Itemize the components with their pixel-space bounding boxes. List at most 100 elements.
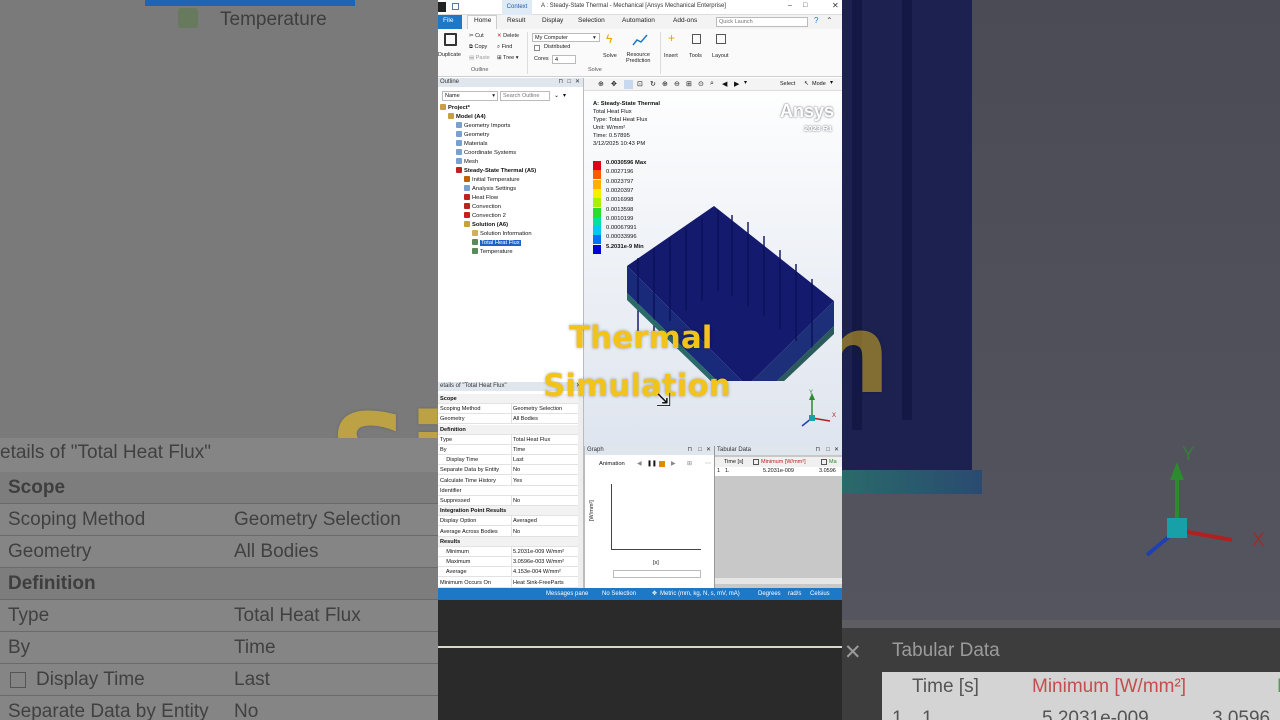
close-icon[interactable]: ✕ [832,1,839,10]
chevron-down-icon[interactable]: ▾ [744,79,747,86]
iso-view-icon[interactable] [624,80,633,89]
context-tab[interactable]: Context [502,0,532,15]
tab-display[interactable]: Display [542,17,563,24]
zoom-out-icon[interactable]: ⊖ [674,80,680,88]
tabular-scrollbar[interactable] [715,578,842,584]
copy-button[interactable]: ⧉ Copy [469,44,487,51]
tree-item[interactable]: Temperature [472,248,513,256]
distributed-checkbox[interactable] [534,45,540,51]
solve-button[interactable]: Solve [603,53,617,59]
maximize-icon[interactable]: □ [826,446,830,455]
tree-item[interactable]: Solution (A6) [464,221,508,229]
export-icon[interactable]: ⊞ [687,458,692,470]
find-button[interactable]: ⌕ Find [497,44,512,51]
graph-slider[interactable] [613,570,701,578]
tree-item[interactable]: Convection 2 [464,212,506,220]
tree-button[interactable]: ⊞ Tree ▾ [497,55,518,61]
tree-item[interactable]: Convection [464,203,501,211]
details-row[interactable]: Minimum 5.2031e-009 W/mm² [438,547,578,557]
minimize-icon[interactable]: – [788,2,792,9]
cursor-mode-icon[interactable]: ↖ [804,80,809,87]
search-outline-input[interactable] [500,91,550,101]
tree-item[interactable]: Geometry Imports [456,122,510,130]
details-row[interactable]: Identifier [438,486,578,496]
fit-icon[interactable]: ⊡ [637,80,643,88]
rotate-icon[interactable]: ↻ [650,80,656,88]
next-view-icon[interactable]: ▶ [734,80,739,88]
pin-icon[interactable]: ⊓ [687,446,692,455]
quick-launch-input[interactable] [716,17,808,27]
min-column-checkbox[interactable] [753,459,759,465]
tree-item[interactable]: Project* [440,104,470,112]
ribbon-collapse-icon[interactable]: ⌃ [826,16,833,25]
zoom-box-icon[interactable]: ⊞ [686,80,692,88]
tab-file[interactable]: File [443,17,453,24]
maximize-icon[interactable]: □ [803,2,807,9]
cores-input[interactable]: 4 [552,55,576,64]
name-filter-select[interactable]: Name ▾ [442,91,498,101]
layout-button[interactable]: Layout [712,53,729,59]
chevron-down-icon[interactable]: ▾ [830,79,833,86]
zoom-fit-icon[interactable]: ⊙ [698,80,704,88]
maximize-icon[interactable]: □ [698,446,702,455]
magnifier-icon[interactable]: ⌕ [710,80,714,88]
units-status[interactable]: Metric (mm, kg, N, s, mV, mA) [660,588,740,600]
rate-unit-status[interactable]: rad/s [788,588,801,600]
table-row[interactable]: 1 1. 5.2031e-009 3.0596 [715,467,842,476]
tree-item[interactable]: Model (A4) [448,113,486,121]
max-column-checkbox[interactable] [821,459,827,465]
insert-button[interactable]: Insert [664,53,678,59]
details-row[interactable]: Average 4.153e-004 W/mm² [438,567,578,578]
tab-result[interactable]: Result [507,17,525,24]
tree-item[interactable]: Coordinate Systems [456,149,516,157]
select-button[interactable]: Select [780,81,795,87]
details-row[interactable]: Calculate Time History Yes [438,475,578,486]
cut-button[interactable]: ✂ Cut [469,33,484,39]
details-row[interactable]: Average Across Bodies No [438,526,578,537]
details-row[interactable]: By Time [438,445,578,455]
details-row[interactable]: Display Time Last [438,455,578,466]
delete-button[interactable]: ✕ Delete [497,33,519,39]
step-forward-icon[interactable]: ▶ [671,458,675,470]
max-column-header[interactable]: Ma [829,457,837,467]
close-icon[interactable]: ✕ [575,78,580,87]
details-row[interactable]: Type Total Heat Flux [438,434,578,445]
temperature-unit-status[interactable]: Celsius [810,588,830,600]
step-back-icon[interactable]: ◀ [637,458,641,470]
tree-item[interactable]: Geometry [456,131,489,139]
tree-item[interactable]: Mesh [456,158,478,166]
details-row[interactable]: Separate Data by Entity No [438,465,578,476]
stop-icon[interactable] [659,461,665,467]
tree-item[interactable]: Heat Flow [464,194,498,202]
duplicate-button[interactable]: Duplicate [438,52,461,58]
time-column-header[interactable]: Time [s] [724,457,743,467]
details-row[interactable]: Scoping Method Geometry Selection [438,404,578,415]
messages-pane-status[interactable]: Messages pane [546,588,588,600]
tree-item[interactable]: Total Heat Flux [472,239,521,247]
details-row[interactable]: Geometry All Bodies [438,414,578,425]
close-icon[interactable]: ✕ [706,446,711,455]
chevron-down-icon[interactable]: ▾ [563,92,566,99]
angle-unit-status[interactable]: Degrees [758,588,781,600]
mode-button[interactable]: Mode [812,81,826,87]
previous-view-icon[interactable]: ◀ [722,80,727,88]
tab-automation[interactable]: Automation [622,17,655,24]
close-icon[interactable]: ✕ [834,446,839,455]
pause-icon[interactable]: ❚❚ [647,458,657,470]
save-icon[interactable] [452,3,459,10]
maximize-icon[interactable]: □ [567,78,571,87]
details-row[interactable]: Maximum 3.0596e-003 W/mm² [438,557,578,568]
pan-icon[interactable]: ✥ [611,80,617,88]
paste-button[interactable]: ▤ Paste [469,55,490,61]
tab-home[interactable]: Home [474,17,491,24]
details-row[interactable]: Display Option Averaged [438,516,578,527]
min-column-header[interactable]: Minimum [W/mm²] [761,457,806,467]
settings-icon[interactable]: ⋯ [705,458,711,470]
zoom-in-icon[interactable]: ⊕ [662,80,668,88]
solve-process-select[interactable]: My Computer ▾ [532,33,600,42]
tree-item[interactable]: Initial Temperature [464,176,520,184]
details-row[interactable]: Minimum Occurs On Heat Sink-FreeParts [438,577,578,588]
tab-addons[interactable]: Add-ons [673,17,697,24]
tree-item[interactable]: Analysis Settings [464,185,516,193]
tree-item[interactable]: Materials [456,140,488,148]
